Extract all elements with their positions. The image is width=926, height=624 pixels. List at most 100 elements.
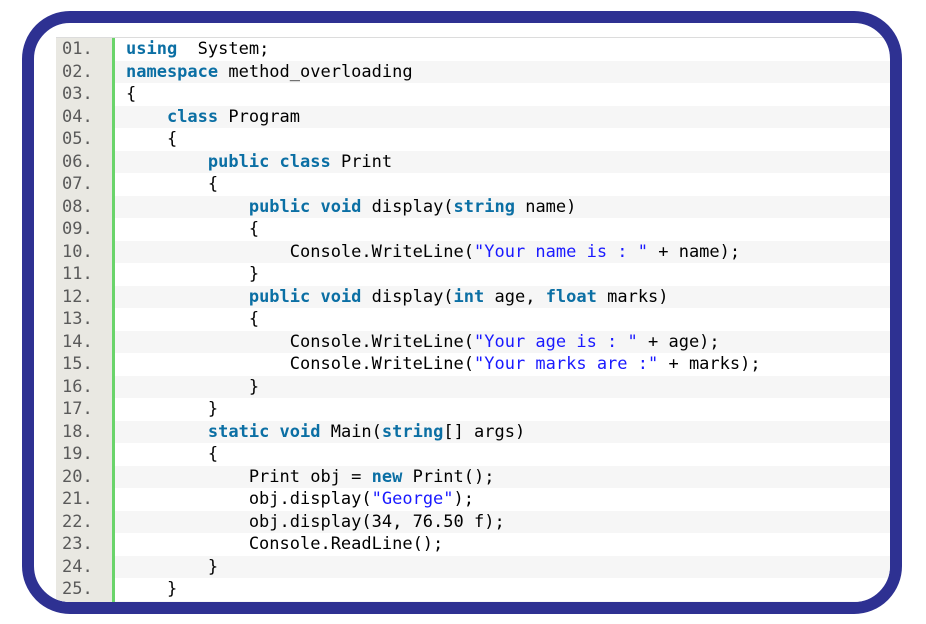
code-token: age, xyxy=(484,286,546,307)
code-frame: 01. using System; 02. namespace method_over… xyxy=(22,11,902,614)
line-number: 10. xyxy=(56,240,112,263)
code-token: obj.display(34, 76.50 f); xyxy=(126,511,505,532)
code-token: Console.ReadLine(); xyxy=(126,534,444,554)
code-line: 21. obj.display("George"); xyxy=(56,488,890,511)
line-number: 12. xyxy=(56,285,112,308)
line-number: 18. xyxy=(56,420,112,443)
line-number: 19. xyxy=(56,443,112,466)
string-token: "George" xyxy=(371,489,454,509)
code-token: + name); xyxy=(648,241,741,262)
code-line: 09. { xyxy=(56,218,890,241)
code-line: 13. { xyxy=(56,308,890,331)
code-text: Console.ReadLine(); xyxy=(126,533,443,556)
code-text: public void display(string name) xyxy=(126,196,577,219)
code-text: namespace method_overloading xyxy=(126,61,413,84)
line-number: 24. xyxy=(56,555,112,578)
code-token: + age); xyxy=(637,331,720,352)
line-number: 20. xyxy=(56,465,112,488)
code-token: } xyxy=(126,376,260,397)
keyword-token: float xyxy=(545,286,597,307)
code-token: + marks); xyxy=(658,354,761,374)
keyword-token: public void xyxy=(248,286,362,307)
code-token: name) xyxy=(514,196,577,217)
code-line: 24. } xyxy=(56,555,890,579)
code-line: 03. { xyxy=(56,83,890,106)
code-text: { xyxy=(126,173,218,196)
code-token: Print(); xyxy=(402,466,495,487)
line-number: 23. xyxy=(56,533,112,556)
code-line: 01. using System; xyxy=(56,38,890,61)
keyword-token: string xyxy=(381,421,444,442)
keyword-token: class xyxy=(166,106,219,127)
code-line: 19. { xyxy=(56,443,890,466)
code-token: { xyxy=(126,309,260,329)
line-number: 04. xyxy=(56,105,112,128)
code-text: { xyxy=(126,443,218,466)
code-line: 15. Console.WriteLine("Your marks are :"… xyxy=(56,353,890,376)
code-token: display( xyxy=(361,196,454,217)
code-token: } xyxy=(126,399,219,419)
code-token: ); xyxy=(453,489,475,509)
code-text: } xyxy=(126,376,259,399)
code-text: obj.display(34, 76.50 f); xyxy=(126,511,505,534)
code-line: 11. } xyxy=(56,263,890,286)
code-text: Console.WriteLine("Your name is : " + na… xyxy=(126,241,740,264)
line-number: 15. xyxy=(56,353,112,376)
code-text: { xyxy=(126,128,177,151)
code-token: } xyxy=(126,579,178,599)
code-text: using System; xyxy=(126,38,269,61)
line-number: 16. xyxy=(56,375,112,398)
string-token: "Your marks are :" xyxy=(474,354,659,374)
code-token: marks) xyxy=(596,286,669,307)
code-token: Print xyxy=(330,151,393,172)
code-text: public class Print xyxy=(126,151,392,174)
code-text: Console.WriteLine("Your marks are :" + m… xyxy=(126,353,761,376)
code-token: Console.WriteLine( xyxy=(126,241,474,262)
line-number: 02. xyxy=(56,60,112,83)
code-token: { xyxy=(126,219,260,239)
line-number: 21. xyxy=(56,488,112,511)
code-token: } xyxy=(126,264,260,284)
code-line: 04. class Program xyxy=(56,105,890,129)
code-token: { xyxy=(126,444,219,464)
code-text: { xyxy=(126,218,259,241)
code-line: 17. } xyxy=(56,398,890,421)
code-text: Print obj = new Print(); xyxy=(126,466,495,489)
line-number: 08. xyxy=(56,195,112,218)
code-line: 12. public void display(int age, float m… xyxy=(56,285,890,308)
line-number: 13. xyxy=(56,308,112,331)
keyword-token: int xyxy=(453,286,485,307)
code-token: { xyxy=(126,84,137,104)
code-text: Console.WriteLine("Your age is : " + age… xyxy=(126,331,720,354)
code-token: [] args) xyxy=(443,421,526,442)
code-token: Print obj = xyxy=(126,466,372,487)
line-number: 17. xyxy=(56,398,112,421)
code-line: 14. Console.WriteLine("Your age is : " +… xyxy=(56,330,890,354)
keyword-token: public class xyxy=(207,151,331,172)
keyword-token: new xyxy=(371,466,403,487)
line-number: 06. xyxy=(56,150,112,173)
code-line: 25. } xyxy=(56,578,890,601)
line-number: 14. xyxy=(56,330,112,353)
code-line: 05. { xyxy=(56,128,890,151)
code-token: display( xyxy=(361,286,454,307)
keyword-token: public void xyxy=(248,196,362,217)
line-number: 09. xyxy=(56,218,112,241)
code-token: { xyxy=(126,174,219,194)
code-line: 22. obj.display(34, 76.50 f); xyxy=(56,510,890,534)
code-text: class Program xyxy=(126,106,300,129)
code-text: } xyxy=(126,556,218,579)
code-block: 01. using System; 02. namespace method_over… xyxy=(56,37,890,602)
code-token: Main( xyxy=(320,421,382,442)
code-text: } xyxy=(126,578,177,601)
code-token: System; xyxy=(177,39,270,59)
code-line: 18. static void Main(string[] args) xyxy=(56,420,890,443)
code-token: method_overloading xyxy=(218,61,413,82)
keyword-token: using xyxy=(126,39,178,59)
code-text: } xyxy=(126,263,259,286)
code-line: 07. { xyxy=(56,173,890,196)
